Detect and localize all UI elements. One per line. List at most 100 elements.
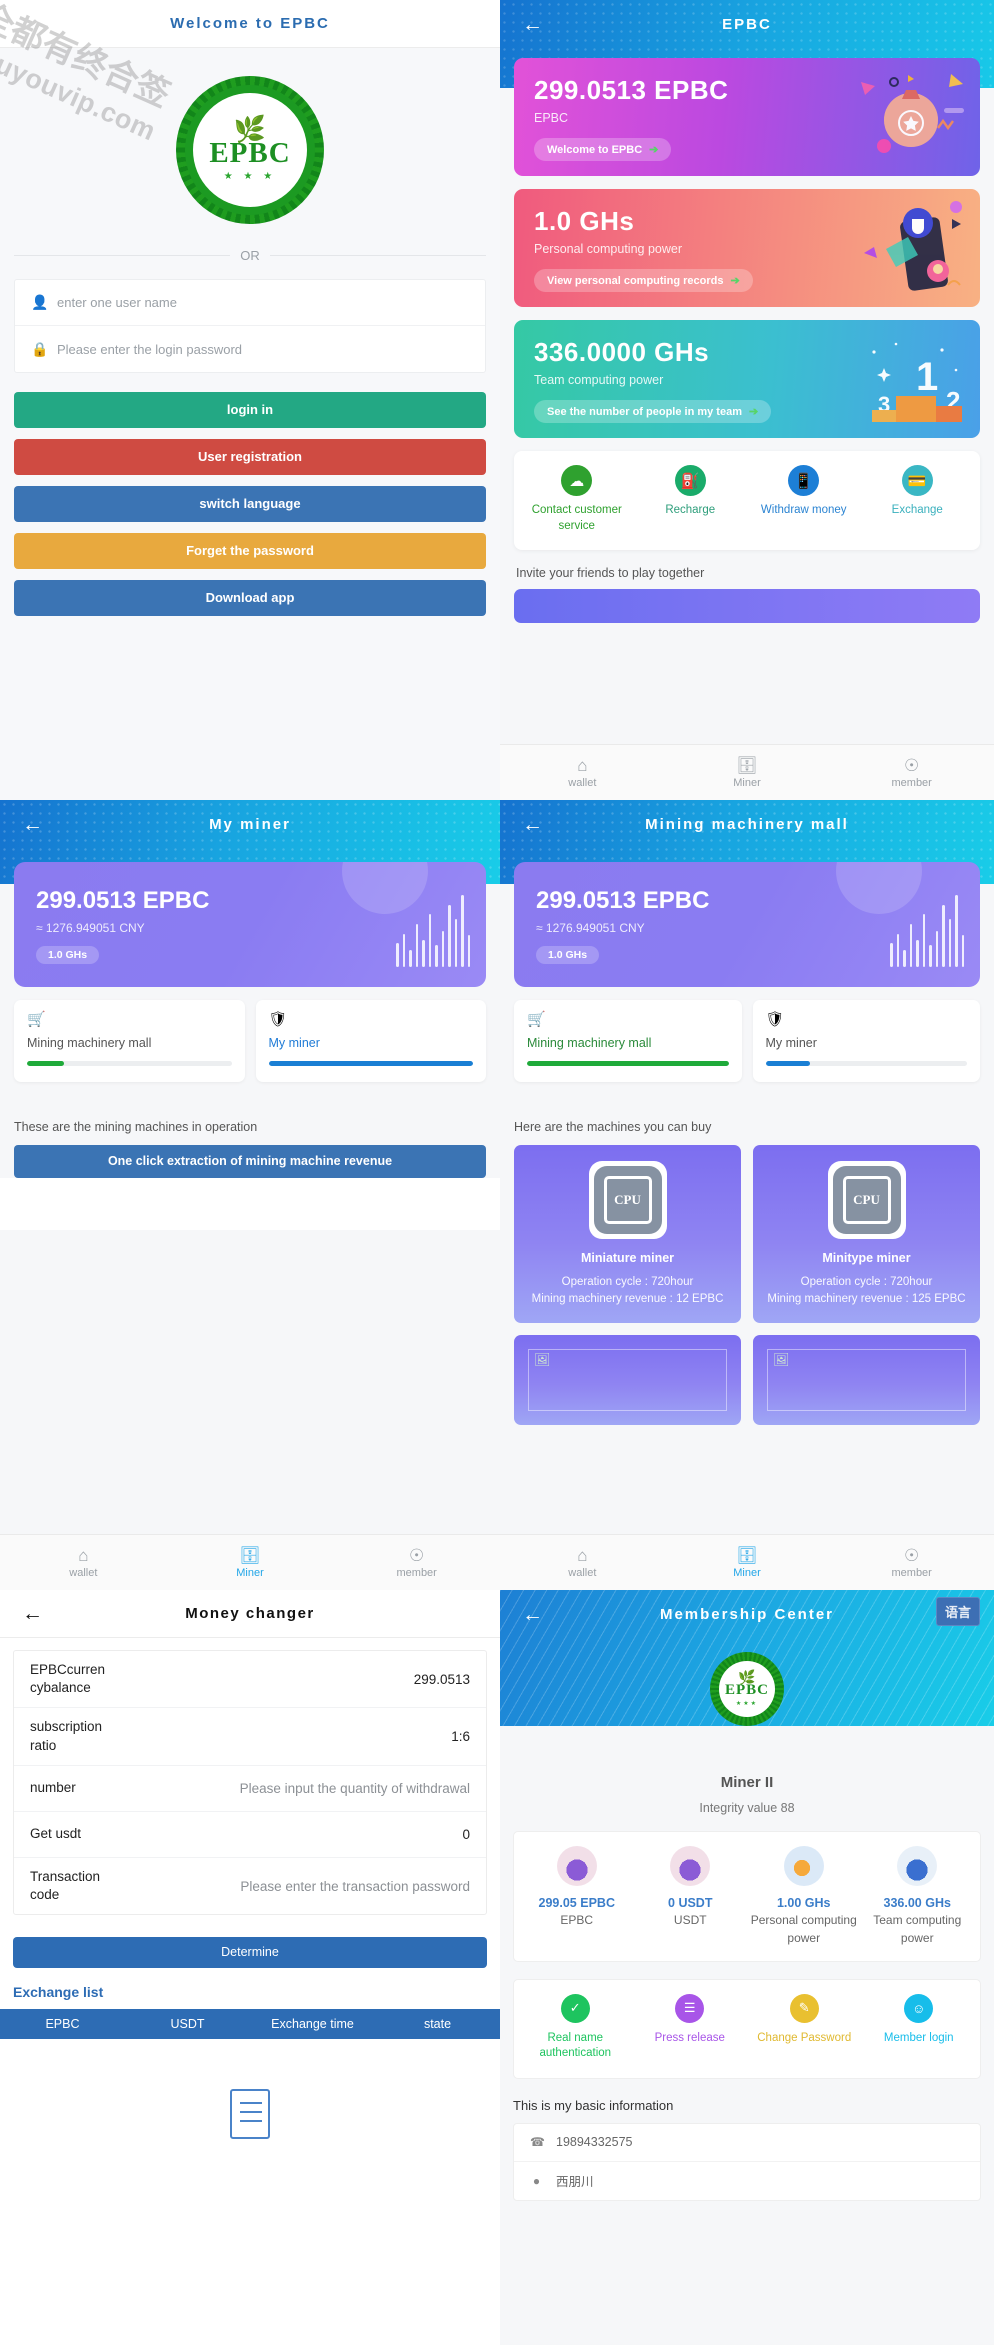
tab-miner[interactable]: 🗄 Miner	[665, 757, 830, 789]
one-click-extraction-button[interactable]: One click extraction of mining machine r…	[14, 1145, 486, 1178]
tab-wallet[interactable]: ⌂ wallet	[500, 1547, 665, 1579]
cart-icon: 🛒	[27, 1011, 46, 1028]
membership-header: ← Membership Center 语言	[500, 1590, 994, 1638]
mall-balance-card: 299.0513 EPBC ≈ 1276.949051 CNY 1.0 GHs	[514, 862, 980, 987]
shield-check-icon: ✓	[560, 1993, 590, 2023]
tab-my-miner[interactable]: 🛡 My miner	[752, 1000, 980, 1082]
invite-banner[interactable]	[514, 589, 980, 624]
login-button[interactable]: login in	[14, 392, 486, 428]
username-field-row[interactable]: 👤	[15, 280, 485, 326]
membership-actions: ✓ Real name authentication ☰ Press relea…	[513, 1978, 981, 2079]
back-arrow-icon[interactable]: ←	[22, 814, 45, 835]
tab-mining-machinery-mall[interactable]: 🛒 Mining machinery mall	[514, 1000, 742, 1082]
switch-language-button[interactable]: switch language	[14, 486, 486, 522]
row-number[interactable]: number	[14, 1766, 486, 1812]
password-field-row[interactable]: 🔒	[15, 326, 485, 372]
activity-bars-chart	[890, 895, 964, 967]
face-icon: ☺	[904, 1993, 934, 2023]
epbc-balance-value: 299.0513	[413, 1671, 470, 1687]
person-coins-icon	[670, 1846, 711, 1886]
tab-member[interactable]: ☉ member	[829, 757, 994, 789]
tab-wallet[interactable]: ⌂ wallet	[0, 1547, 167, 1579]
stat-team-power[interactable]: 336.00 GHs Team computing power	[861, 1846, 975, 1947]
tab-miner[interactable]: 🗄 Miner	[167, 1547, 334, 1579]
membership-stats: 299.05 EPBC EPBC 0 USDT USDT 1.00 GHs Pe…	[513, 1831, 981, 1962]
service-exchange[interactable]: 💳 Exchange	[861, 465, 975, 534]
document-empty-icon	[230, 2089, 270, 2140]
my-miner-tabs: 🛒 Mining machinery mall 🛡 My miner	[14, 1000, 486, 1082]
card-epbc-label: EPBC	[534, 111, 569, 125]
login-body: 🌿 EPBC ★ ★ ★ OR 👤 🔒 login in User re	[0, 48, 500, 800]
card-personal-power-action[interactable]: View personal computing records ➔	[534, 269, 753, 292]
exchange-list-title: Exchange list	[13, 1984, 104, 2001]
phone-icon: 📱	[788, 465, 820, 496]
stat-usdt[interactable]: 0 USDT USDT	[634, 1846, 748, 1947]
money-changer-panel: ← Money changer EPBCcurren cybalance 299…	[0, 1590, 500, 2345]
card-personal-power-label: Personal computing power	[534, 242, 682, 256]
user-registration-button[interactable]: User registration	[14, 439, 486, 475]
my-miner-balance-card: 299.0513 EPBC ≈ 1276.949051 CNY 1.0 GHs	[14, 862, 486, 987]
tab-member[interactable]: ☉ member	[829, 1547, 994, 1579]
service-withdraw-money[interactable]: 📱 Withdraw money	[747, 465, 861, 534]
card-epbc-action[interactable]: Welcome to EPBC ➔	[534, 138, 672, 161]
mall-item[interactable]	[753, 1334, 980, 1425]
service-recharge[interactable]: ⛽ Recharge	[634, 465, 748, 534]
download-app-button[interactable]: Download app	[14, 580, 486, 616]
mall-item[interactable]: CPU Miniature miner Operation cycle : 72…	[514, 1145, 741, 1323]
tab-miner[interactable]: 🗄 Miner	[665, 1547, 830, 1579]
login-logo: 🌿 EPBC ★ ★ ★	[14, 48, 486, 244]
action-press-release[interactable]: ☰ Press release	[633, 1993, 748, 2062]
seal-text: EPBC	[209, 137, 291, 170]
username-input[interactable]	[57, 295, 469, 310]
back-arrow-icon[interactable]: ←	[522, 1604, 545, 1625]
row-subscription-ratio: subscription ratio 1:6	[14, 1708, 486, 1766]
back-arrow-icon[interactable]: ←	[522, 14, 545, 35]
shield-icon: 🛡	[268, 1011, 288, 1028]
tab-wallet[interactable]: ⌂ wallet	[500, 757, 665, 789]
person-coins-icon	[556, 1846, 597, 1886]
card-personal-power[interactable]: 1.0 GHs Personal computing power View pe…	[514, 189, 980, 307]
phone-icon: ☎	[530, 2135, 545, 2150]
stat-personal-power[interactable]: 1.00 GHs Personal computing power	[747, 1846, 861, 1947]
home-icon: ⌂	[577, 1545, 588, 1565]
tab-my-miner[interactable]: 🛡 My miner	[255, 1000, 486, 1082]
withdrawal-quantity-input[interactable]	[136, 1780, 470, 1796]
back-arrow-icon[interactable]: ←	[22, 1603, 45, 1624]
headset-icon: ☁	[561, 465, 593, 496]
stat-epbc[interactable]: 299.05 EPBC EPBC	[520, 1846, 634, 1947]
action-change-password[interactable]: ✎ Change Password	[747, 1993, 862, 2062]
password-input[interactable]	[57, 341, 469, 357]
wallet-panel: ← EPBC 299.0513 EPBC EPBC Welcome to EPB…	[500, 0, 994, 800]
transaction-password-input[interactable]	[136, 1878, 470, 1894]
service-contact-customer-service[interactable]: ☁ Contact customer service	[520, 465, 634, 534]
language-button[interactable]: 语言	[935, 1597, 980, 1626]
back-arrow-icon[interactable]: ←	[522, 814, 545, 835]
subscription-ratio-value: 1:6	[451, 1729, 470, 1745]
tab-member[interactable]: ☉ member	[333, 1547, 500, 1579]
col-state: state	[423, 2017, 452, 2032]
determine-button[interactable]: Determine	[13, 1937, 487, 1969]
action-member-login[interactable]: ☺ Member login	[862, 1993, 977, 2062]
card-team-power-action[interactable]: See the number of people in my team ➔	[534, 400, 772, 423]
seal-stars: ★ ★ ★	[223, 171, 277, 183]
activity-bars-chart	[396, 895, 470, 967]
tab-mining-machinery-mall[interactable]: 🛒 Mining machinery mall	[14, 1000, 245, 1082]
member-name: Miner II	[720, 1774, 774, 1791]
forget-password-button[interactable]: Forget the password	[14, 533, 486, 569]
basic-row-location: ● 西朋川	[514, 2162, 980, 2200]
cpu-icon: CPU	[827, 1161, 906, 1239]
login-fields: 👤 🔒	[14, 279, 486, 373]
action-real-name-authentication[interactable]: ✓ Real name authentication	[518, 1993, 633, 2062]
wallet-icon: 💳	[901, 465, 933, 496]
cart-icon: 🛒	[527, 1011, 546, 1028]
location-icon: ●	[532, 2173, 541, 2188]
card-team-power[interactable]: 1 2 3 336.0000 GHs Team computing power …	[514, 320, 980, 438]
card-epbc[interactable]: 299.0513 EPBC EPBC Welcome to EPBC ➔	[514, 58, 980, 176]
row-transaction-code[interactable]: Transaction code	[14, 1858, 486, 1914]
wallet-tabbar: ⌂ wallet 🗄 Miner ☉ member	[500, 744, 994, 800]
col-epbc: EPBC	[45, 2017, 80, 2032]
mall-item[interactable]: CPU Minitype miner Operation cycle : 720…	[753, 1145, 980, 1323]
integrity-value: Integrity value 88	[699, 1801, 795, 1815]
mall-item[interactable]	[514, 1334, 741, 1425]
basic-information-card: ☎ 19894332575 ● 西朋川	[513, 2122, 981, 2201]
